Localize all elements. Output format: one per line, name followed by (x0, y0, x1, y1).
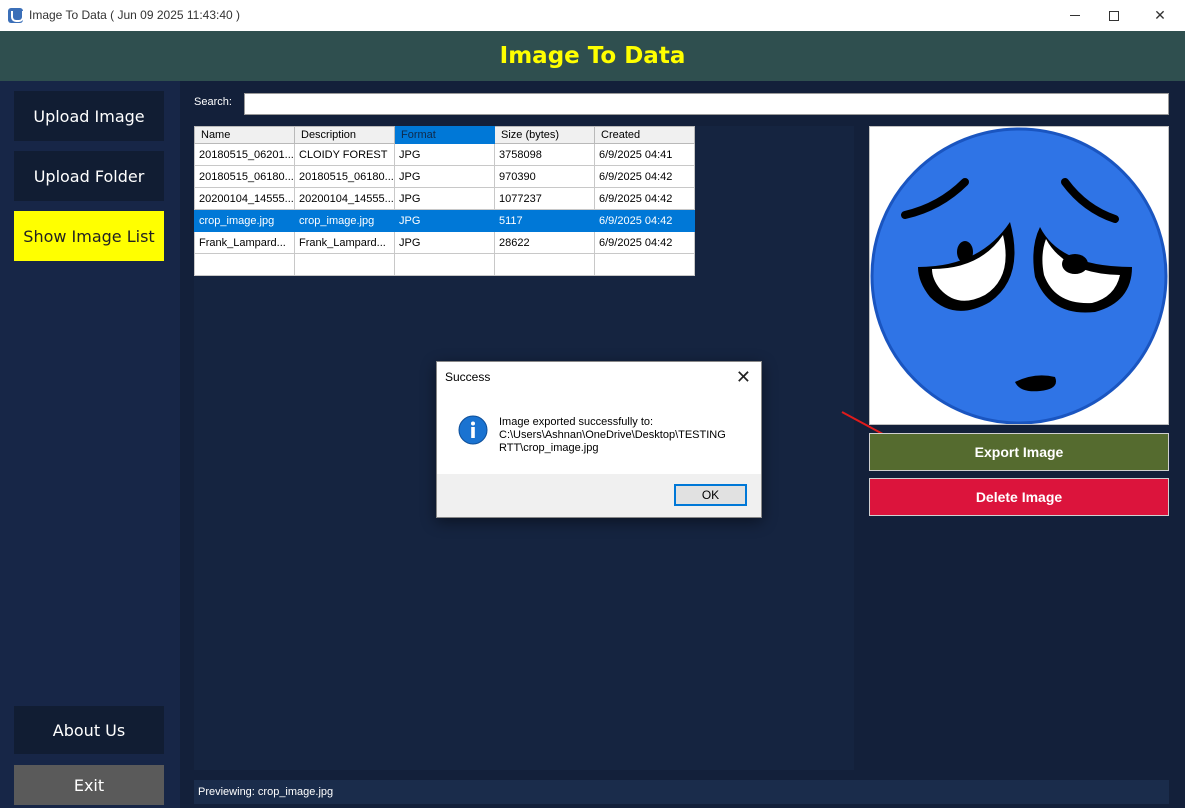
table-cell: 1077237 (494, 187, 595, 210)
table-cell (394, 253, 495, 276)
table-cell: JPG (394, 209, 495, 232)
table-row[interactable]: Frank_Lampard... Frank_Lampard... JPG 28622… (194, 231, 695, 254)
table-cell: 20200104_14555... (194, 187, 295, 210)
column-header[interactable]: Size (bytes) (494, 126, 595, 144)
close-icon: ✕ (1154, 7, 1166, 23)
app-icon (8, 8, 24, 23)
image-table: Name Description Format Size (bytes) Created… (194, 126, 695, 276)
status-bar: Previewing: crop_image.jpg (194, 780, 1169, 804)
image-preview (869, 126, 1169, 425)
delete-image-button[interactable]: Delete Image (869, 478, 1169, 516)
table-cell: 20180515_06180... (194, 165, 295, 188)
table-cell: CLOIDY FOREST (294, 143, 395, 166)
table-row[interactable]: 20180515_06180... 20180515_06180... JPG 970… (194, 165, 695, 188)
success-dialog: Success ✕ Image exported successfully to… (436, 361, 762, 518)
table-header-row: Name Description Format Size (bytes) Created (194, 126, 695, 144)
table-cell: 970390 (494, 165, 595, 188)
table-cell: 6/9/2025 04:42 (594, 187, 695, 210)
search-input[interactable] (244, 93, 1169, 115)
table-cell (494, 253, 595, 276)
table-cell (194, 253, 295, 276)
close-window-button[interactable]: ✕ (1137, 0, 1183, 31)
table-cell: 6/9/2025 04:42 (594, 209, 695, 232)
app-header: Image To Data (0, 31, 1185, 81)
minimize-icon (1070, 15, 1080, 16)
table-row[interactable]: 20200104_14555... 20200104_14555... JPG 107… (194, 187, 695, 210)
exit-button[interactable]: Exit (14, 765, 164, 805)
column-header[interactable]: Format (394, 126, 495, 144)
table-cell: JPG (394, 231, 495, 254)
maximize-button[interactable] (1091, 0, 1137, 31)
table-cell: 6/9/2025 04:42 (594, 231, 695, 254)
app-title: Image To Data (499, 43, 686, 69)
table-cell: 28622 (494, 231, 595, 254)
upload-image-button[interactable]: Upload Image (14, 91, 164, 141)
search-label: Search: (194, 96, 232, 108)
sad-blue-emoji-image (870, 127, 1168, 425)
show-image-list-button[interactable]: Show Image List (14, 211, 164, 261)
window-titlebar: Image To Data ( Jun 09 2025 11:43:40 ) ✕ (0, 0, 1185, 31)
table-cell: crop_image.jpg (194, 209, 295, 232)
table-cell: JPG (394, 143, 495, 166)
table-row-empty[interactable] (194, 253, 695, 276)
sidebar: Upload Image Upload Folder Show Image Li… (0, 81, 180, 808)
table-cell: 6/9/2025 04:42 (594, 165, 695, 188)
table-cell: Frank_Lampard... (294, 231, 395, 254)
window-title: Image To Data ( Jun 09 2025 11:43:40 ) (29, 8, 241, 22)
dialog-footer: OK (437, 474, 761, 517)
table-cell (294, 253, 395, 276)
ok-button[interactable]: OK (674, 484, 747, 506)
table-cell: 20200104_14555... (294, 187, 395, 210)
upload-folder-button[interactable]: Upload Folder (14, 151, 164, 201)
table-cell: crop_image.jpg (294, 209, 395, 232)
column-header[interactable]: Description (294, 126, 395, 144)
table-cell (594, 253, 695, 276)
table-cell: Frank_Lampard... (194, 231, 295, 254)
about-us-button[interactable]: About Us (14, 706, 164, 754)
export-image-button[interactable]: Export Image (869, 433, 1169, 471)
table-row[interactable]: 20180515_06201... CLOIDY FOREST JPG 3758098… (194, 143, 695, 166)
table-cell: JPG (394, 187, 495, 210)
dialog-close-icon[interactable]: ✕ (736, 367, 751, 388)
info-icon (458, 415, 488, 445)
table-row[interactable]: crop_image.jpg crop_image.jpg JPG 5117 6/9/2… (194, 209, 695, 232)
table-cell: JPG (394, 165, 495, 188)
dialog-message: Image exported successfully to: C:\Users… (499, 416, 726, 454)
table-cell: 6/9/2025 04:41 (594, 143, 695, 166)
app-window: Image To Data ( Jun 09 2025 11:43:40 ) ✕… (0, 0, 1185, 808)
maximize-icon (1109, 10, 1119, 21)
column-header[interactable]: Created (594, 126, 695, 144)
column-header[interactable]: Name (194, 126, 295, 144)
table-cell: 20180515_06201... (194, 143, 295, 166)
table-cell: 3758098 (494, 143, 595, 166)
dialog-title: Success (445, 370, 491, 384)
table-cell: 20180515_06180... (294, 165, 395, 188)
table-cell: 5117 (494, 209, 595, 232)
